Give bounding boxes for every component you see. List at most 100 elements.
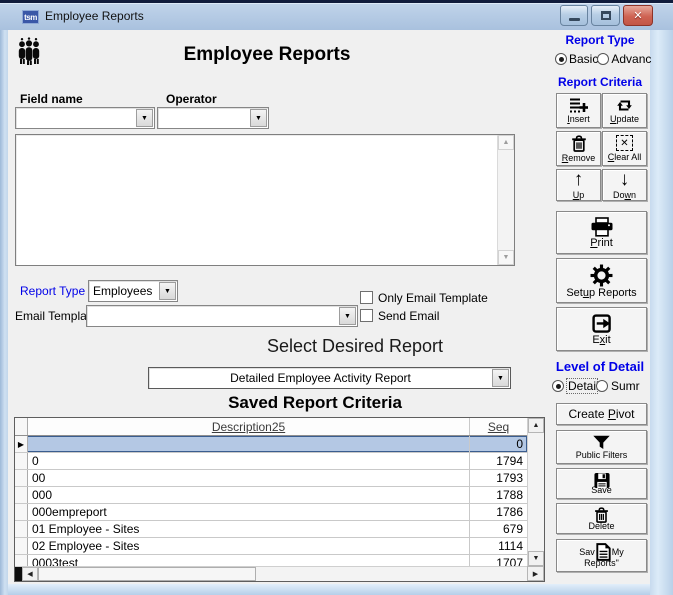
operator-dropdown-button[interactable]: ▼: [250, 109, 267, 127]
row-description-cell[interactable]: 01 Employee - Sites: [28, 521, 470, 537]
field-name-dropdown-button[interactable]: ▼: [136, 109, 153, 127]
grid-hscroll-thumb[interactable]: [38, 567, 256, 581]
basic-radio-label: Basic: [569, 52, 598, 66]
print-button[interactable]: Print: [556, 211, 647, 254]
table-row[interactable]: ▶ 00 1793: [15, 470, 527, 487]
row-description-cell[interactable]: 000empreport: [28, 504, 470, 520]
grid-scroll-left-button[interactable]: ◀: [22, 567, 38, 581]
field-name-combobox[interactable]: ▼: [15, 107, 155, 129]
row-selector-cell[interactable]: ▶: [15, 487, 28, 503]
row-description-cell[interactable]: [28, 436, 470, 452]
row-seq-cell[interactable]: 0: [470, 436, 527, 452]
row-seq-cell[interactable]: 1794: [470, 453, 527, 469]
sumr-radio[interactable]: [596, 380, 608, 392]
advanc-radio-label: Advanc: [611, 52, 651, 66]
grid-horizontal-scrollbar[interactable]: ◀: [15, 566, 527, 581]
basic-radio[interactable]: [555, 53, 567, 65]
row-seq-cell[interactable]: 679: [470, 521, 527, 537]
row-seq-cell[interactable]: 1707: [470, 555, 527, 566]
save-my-reports-button[interactable]: Sav My Reports": [556, 539, 647, 572]
app-icon: tsm: [22, 10, 39, 24]
up-button[interactable]: ↑ Up: [556, 169, 601, 201]
minimize-button[interactable]: [560, 5, 588, 26]
desired-report-combobox[interactable]: Detailed Employee Activity Report ▼: [148, 367, 511, 389]
save-button[interactable]: Save: [556, 468, 647, 499]
detail-radio[interactable]: [552, 380, 564, 392]
grid-selector-header[interactable]: [15, 418, 28, 435]
grid-scroll-up-button[interactable]: ▲: [528, 418, 544, 433]
remove-button[interactable]: Remove: [556, 131, 601, 166]
scroll-down-button[interactable]: ▼: [498, 250, 514, 265]
delete-button[interactable]: Delete: [556, 503, 647, 534]
grid-vertical-scrollbar[interactable]: ▲ ▼: [527, 418, 544, 566]
exit-button-label: Exit: [592, 335, 610, 345]
row-seq-cell[interactable]: 1788: [470, 487, 527, 503]
grid-scroll-right-button[interactable]: ▶: [527, 566, 544, 581]
print-button-label: Print: [590, 238, 613, 248]
email-template-label: Email Templat: [15, 309, 90, 323]
advanc-radio[interactable]: [597, 53, 609, 65]
save-button-label: Save: [591, 485, 612, 495]
row-selector-cell[interactable]: ▶: [15, 470, 28, 486]
email-template-combobox[interactable]: ▼: [86, 305, 358, 327]
table-row[interactable]: ▶ 0003test 1707: [15, 555, 527, 566]
setup-reports-icon: [590, 264, 613, 287]
close-button[interactable]: ✕: [623, 5, 653, 26]
table-row[interactable]: ▶ 01 Employee - Sites 679: [15, 521, 527, 538]
setup-reports-button[interactable]: Setup Reports: [556, 258, 647, 303]
grid-col-description[interactable]: Description25: [28, 418, 470, 435]
public-filters-button[interactable]: Public Filters: [556, 430, 647, 464]
row-selector-cell[interactable]: ▶: [15, 538, 28, 554]
row-selector-cell[interactable]: ▶: [15, 521, 28, 537]
listbox-scrollbar[interactable]: ▲ ▼: [497, 135, 514, 265]
report-type-dropdown-button[interactable]: ▼: [159, 282, 176, 300]
clear-all-button-label: Clear All: [608, 152, 642, 162]
row-selector-cell[interactable]: ▶: [15, 555, 28, 566]
desired-report-value: Detailed Employee Activity Report: [151, 371, 490, 385]
row-selector-cell[interactable]: ▶: [15, 436, 28, 452]
table-row[interactable]: ▶ 000empreport 1786: [15, 504, 527, 521]
send-email-checkbox[interactable]: [360, 309, 373, 322]
row-selector-cell[interactable]: ▶: [15, 504, 28, 520]
row-description-cell[interactable]: 0003test: [28, 555, 470, 566]
table-row[interactable]: ▶ 000 1788: [15, 487, 527, 504]
down-button[interactable]: ↓ Down: [602, 169, 647, 201]
create-pivot-button-label: Create Pivot: [568, 409, 634, 419]
print-icon: [590, 217, 614, 237]
only-email-template-checkbox[interactable]: [360, 291, 373, 304]
desired-report-dropdown-button[interactable]: ▼: [492, 369, 509, 387]
table-row[interactable]: ▶ 0: [15, 436, 527, 453]
table-row[interactable]: ▶ 0 1794: [15, 453, 527, 470]
only-email-template-label: Only Email Template: [378, 291, 488, 305]
row-seq-cell[interactable]: 1793: [470, 470, 527, 486]
grid-scroll-down-button[interactable]: ▼: [528, 551, 544, 566]
insert-button-label: Insert: [567, 114, 590, 124]
row-seq-cell[interactable]: 1114: [470, 538, 527, 554]
grid-hscroll-track[interactable]: [256, 567, 527, 581]
update-button[interactable]: Update: [602, 93, 647, 128]
table-row[interactable]: ▶ 02 Employee - Sites 1114: [15, 538, 527, 555]
insert-icon: [570, 98, 588, 113]
exit-button[interactable]: Exit: [556, 307, 647, 351]
titlebar[interactable]: tsm Employee Reports ✕: [0, 0, 673, 30]
grid-col-seq[interactable]: Seq: [470, 418, 527, 435]
row-description-cell[interactable]: 02 Employee - Sites: [28, 538, 470, 554]
public-filters-button-label: Public Filters: [576, 450, 628, 460]
saved-criteria-grid[interactable]: Description25 Seq ▶ 0 ▶ 0 1794: [14, 417, 545, 582]
scroll-up-button[interactable]: ▲: [498, 135, 514, 150]
row-seq-cell[interactable]: 1786: [470, 504, 527, 520]
operator-combobox[interactable]: ▼: [157, 107, 269, 129]
clear-all-button[interactable]: ✕ Clear All: [602, 131, 647, 166]
maximize-button[interactable]: [591, 5, 620, 26]
create-pivot-button[interactable]: Create Pivot: [556, 403, 647, 425]
row-description-cell[interactable]: 000: [28, 487, 470, 503]
row-description-cell[interactable]: 0: [28, 453, 470, 469]
report-type-combobox[interactable]: Employees ▼: [88, 280, 178, 302]
criteria-listbox[interactable]: ▲ ▼: [15, 134, 515, 266]
email-template-dropdown-button[interactable]: ▼: [339, 307, 356, 325]
minimize-icon: [569, 18, 580, 21]
insert-button[interactable]: Insert: [556, 93, 601, 128]
row-description-cell[interactable]: 00: [28, 470, 470, 486]
employee-reports-window: tsm Employee Reports ✕ Employee Reports …: [0, 0, 673, 595]
row-selector-cell[interactable]: ▶: [15, 453, 28, 469]
